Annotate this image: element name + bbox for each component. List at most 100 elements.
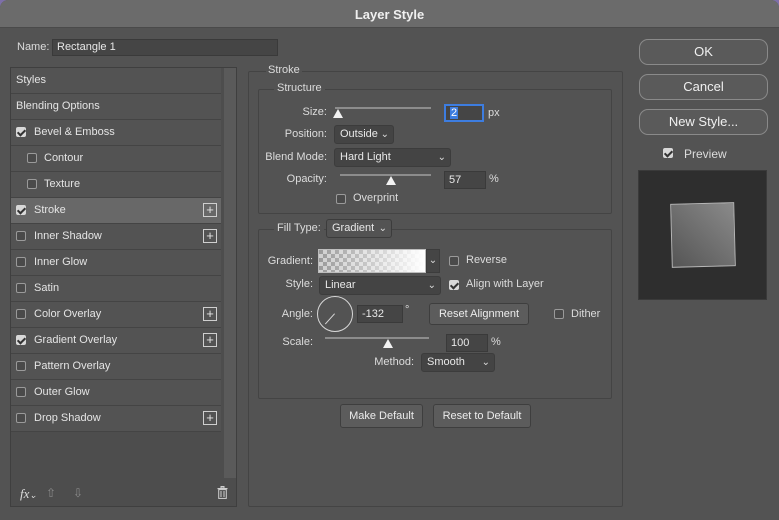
styles-toolbar: fx⌄ ⇧ ⇩ bbox=[11, 481, 236, 507]
angle-label: Angle: bbox=[281, 308, 313, 320]
style-item-label: Blending Options bbox=[16, 100, 100, 112]
chevron-down-icon: ⌄ bbox=[437, 152, 446, 163]
cancel-button[interactable]: Cancel bbox=[639, 74, 768, 100]
style-item-styles[interactable]: Styles bbox=[11, 68, 221, 94]
name-label: Name: bbox=[17, 41, 50, 53]
scale-input[interactable]: 100 bbox=[446, 334, 488, 352]
satin-checkbox[interactable] bbox=[16, 283, 26, 293]
style-item-label: Satin bbox=[34, 282, 60, 294]
align-with-layer-label: Align with Layer bbox=[466, 278, 544, 290]
add-inner-shadow-plus-icon[interactable]: + bbox=[203, 229, 217, 243]
style-item-label: Color Overlay bbox=[34, 308, 102, 320]
bevel-and-emboss-checkbox[interactable] bbox=[16, 127, 26, 137]
stroke-section-title: Stroke bbox=[266, 64, 302, 76]
new-style-button[interactable]: New Style... bbox=[639, 109, 768, 135]
style-label: Style: bbox=[285, 278, 313, 290]
dither-label: Dither bbox=[571, 308, 601, 320]
styles-list: Styles Blending Options Bevel & Emboss Cont… bbox=[11, 68, 221, 432]
trash-icon[interactable] bbox=[217, 486, 228, 502]
drop-shadow-checkbox[interactable] bbox=[16, 413, 26, 423]
texture-checkbox[interactable] bbox=[27, 179, 37, 189]
style-item-satin[interactable]: Satin bbox=[11, 276, 221, 302]
move-up-icon[interactable]: ⇧ bbox=[46, 486, 56, 500]
style-item-drop-shadow[interactable]: Drop Shadow + bbox=[11, 406, 221, 432]
add-gradient-overlay-plus-icon[interactable]: + bbox=[203, 333, 217, 347]
blend-mode-dropdown[interactable]: Hard Light ⌄ bbox=[334, 148, 451, 167]
stroke-checkbox[interactable] bbox=[16, 205, 26, 215]
scale-slider-thumb[interactable] bbox=[383, 339, 393, 348]
angle-dial[interactable] bbox=[317, 296, 353, 332]
gradient-swatch[interactable] bbox=[318, 249, 426, 273]
chevron-down-icon: ⌄ bbox=[378, 223, 387, 234]
style-item-blending-options[interactable]: Blending Options bbox=[11, 94, 221, 120]
inner-shadow-checkbox[interactable] bbox=[16, 231, 26, 241]
style-item-label: Contour bbox=[44, 152, 84, 164]
style-item-color-overlay[interactable]: Color Overlay + bbox=[11, 302, 221, 328]
style-item-inner-shadow[interactable]: Inner Shadow + bbox=[11, 224, 221, 250]
style-item-label: Outer Glow bbox=[34, 386, 90, 398]
preview-label: Preview bbox=[684, 147, 727, 161]
style-item-label: Drop Shadow bbox=[34, 412, 101, 424]
reset-to-default-button[interactable]: Reset to Default bbox=[433, 404, 531, 428]
add-stroke-plus-icon[interactable]: + bbox=[203, 203, 217, 217]
overprint-checkbox[interactable] bbox=[336, 194, 346, 204]
fill-type-dropdown[interactable]: Gradient ⌄ bbox=[326, 219, 392, 238]
inner-glow-checkbox[interactable] bbox=[16, 257, 26, 267]
preview-checkbox[interactable] bbox=[663, 148, 673, 158]
dither-checkbox[interactable] bbox=[554, 309, 564, 319]
blend-mode-label: Blend Mode: bbox=[265, 151, 327, 163]
reverse-label: Reverse bbox=[466, 254, 507, 266]
angle-unit: ° bbox=[405, 304, 410, 316]
angle-input[interactable]: -132 bbox=[357, 305, 403, 323]
scale-slider-track[interactable] bbox=[325, 337, 429, 339]
size-slider-thumb[interactable] bbox=[333, 109, 343, 118]
make-default-button[interactable]: Make Default bbox=[340, 404, 423, 428]
style-item-pattern-overlay[interactable]: Pattern Overlay bbox=[11, 354, 221, 380]
style-item-stroke[interactable]: Stroke + bbox=[11, 198, 221, 224]
add-drop-shadow-plus-icon[interactable]: + bbox=[203, 411, 217, 425]
pattern-overlay-checkbox[interactable] bbox=[16, 361, 26, 371]
style-item-label: Texture bbox=[44, 178, 81, 190]
size-slider-track[interactable] bbox=[335, 107, 431, 109]
preview-thumbnail bbox=[638, 170, 767, 300]
size-input[interactable]: 2 bbox=[444, 104, 484, 122]
dialog-title: Layer Style bbox=[0, 0, 779, 28]
opacity-slider-thumb[interactable] bbox=[386, 176, 396, 185]
style-item-bevel-and-emboss[interactable]: Bevel & Emboss bbox=[11, 120, 221, 146]
add-color-overlay-plus-icon[interactable]: + bbox=[203, 307, 217, 321]
gradient-overlay-checkbox[interactable] bbox=[16, 335, 26, 345]
style-item-label: Inner Shadow bbox=[34, 230, 102, 242]
style-item-label: Styles bbox=[16, 74, 46, 86]
fx-icon[interactable]: fx⌄ bbox=[20, 486, 37, 502]
layer-name-field[interactable]: Rectangle 1 bbox=[52, 39, 278, 56]
position-dropdown[interactable]: Outside ⌄ bbox=[334, 125, 394, 144]
opacity-label: Opacity: bbox=[286, 173, 327, 185]
ok-button[interactable]: OK bbox=[639, 39, 768, 65]
gradient-picker-chevron-icon[interactable]: ⌄ bbox=[426, 249, 440, 273]
overprint-label: Overprint bbox=[353, 192, 399, 204]
reset-alignment-button[interactable]: Reset Alignment bbox=[429, 303, 529, 325]
align-with-layer-checkbox[interactable] bbox=[449, 280, 459, 290]
opacity-input[interactable]: 57 bbox=[444, 171, 486, 189]
style-item-texture[interactable]: Texture bbox=[11, 172, 221, 198]
angle-indicator bbox=[324, 313, 335, 325]
size-unit: px bbox=[488, 107, 500, 119]
move-down-icon[interactable]: ⇩ bbox=[73, 486, 83, 500]
style-dropdown[interactable]: Linear ⌄ bbox=[319, 276, 441, 295]
contour-checkbox[interactable] bbox=[27, 153, 37, 163]
styles-panel: Styles Blending Options Bevel & Emboss Cont… bbox=[10, 67, 237, 507]
method-dropdown[interactable]: Smooth ⌄ bbox=[421, 353, 495, 372]
style-item-label: Inner Glow bbox=[34, 256, 88, 268]
style-item-gradient-overlay[interactable]: Gradient Overlay + bbox=[11, 328, 221, 354]
outer-glow-checkbox[interactable] bbox=[16, 387, 26, 397]
style-item-inner-glow[interactable]: Inner Glow bbox=[11, 250, 221, 276]
style-item-label: Stroke bbox=[34, 204, 66, 216]
style-item-outer-glow[interactable]: Outer Glow bbox=[11, 380, 221, 406]
scale-unit: % bbox=[491, 336, 501, 348]
color-overlay-checkbox[interactable] bbox=[16, 309, 26, 319]
style-item-contour[interactable]: Contour bbox=[11, 146, 221, 172]
method-label: Method: bbox=[374, 356, 414, 368]
reverse-checkbox[interactable] bbox=[449, 256, 459, 266]
position-label: Position: bbox=[284, 128, 327, 140]
styles-scrollbar[interactable] bbox=[224, 68, 236, 478]
